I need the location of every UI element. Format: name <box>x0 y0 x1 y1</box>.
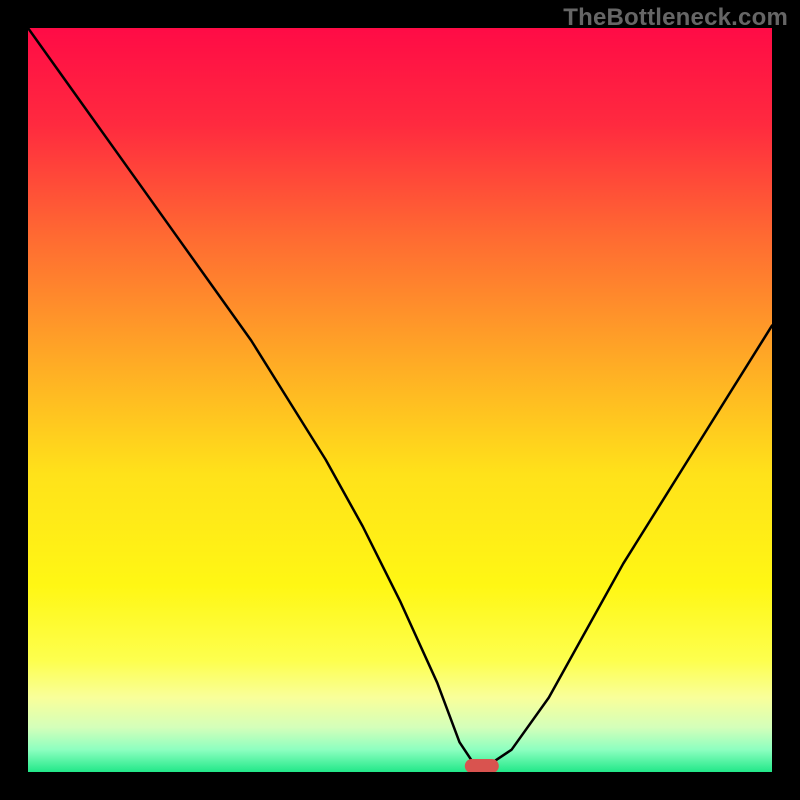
chart-svg <box>28 28 772 772</box>
chart-frame: TheBottleneck.com <box>0 0 800 800</box>
gradient-background <box>28 28 772 772</box>
plot-area <box>28 28 772 772</box>
optimal-marker <box>465 759 499 772</box>
